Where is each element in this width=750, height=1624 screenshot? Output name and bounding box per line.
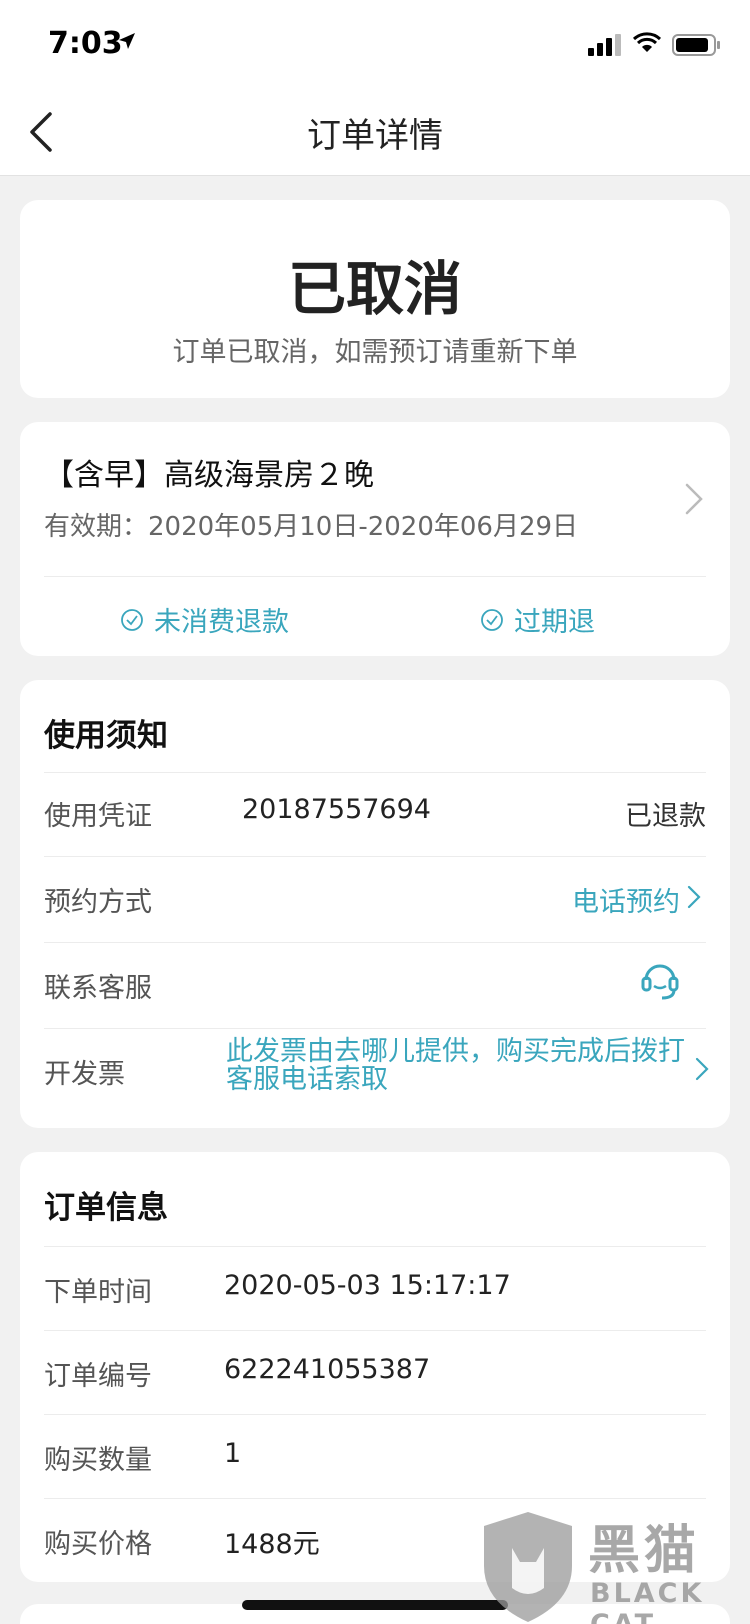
nav-bar: 订单详情 — [0, 88, 750, 176]
divider — [44, 1330, 706, 1331]
watermark-subtext: BLACK CAT — [590, 1578, 705, 1624]
product-card[interactable]: 【含早】高级海景房２晚 有效期：2020年05月10日-2020年06月29日 … — [20, 422, 730, 656]
policy-refund-expired: 过期退 — [480, 600, 595, 639]
watermark-text: 黑猫 — [588, 1521, 701, 1581]
policy-label: 过期退 — [514, 607, 595, 638]
check-circle-icon — [121, 608, 143, 631]
section-title: 订单信息 — [44, 1190, 168, 1226]
black-cat-logo-icon — [484, 1512, 572, 1622]
chevron-right-icon — [685, 483, 703, 515]
divider — [44, 772, 706, 773]
section-title: 使用须知 — [44, 718, 168, 754]
page-title: 订单详情 — [307, 116, 443, 156]
customer-service-label: 联系客服 — [44, 973, 152, 1004]
quantity-label: 购买数量 — [44, 1445, 152, 1476]
invoice-label: 开发票 — [44, 1059, 125, 1090]
voucher-label: 使用凭证 — [44, 801, 152, 832]
divider — [44, 1028, 706, 1029]
order-status-card: 已取消 订单已取消，如需预订请重新下单 — [20, 200, 730, 398]
order-status-subtitle: 订单已取消，如需预订请重新下单 — [172, 337, 578, 368]
watermark: 黑猫 BLACK CAT — [478, 1508, 750, 1624]
policy-label: 未消费退款 — [154, 607, 289, 638]
voucher-status: 已退款 — [625, 801, 706, 832]
phone-booking-link[interactable]: 电话预约 — [572, 880, 680, 919]
battery-icon — [672, 34, 720, 56]
policy-refund-unused: 未消费退款 — [120, 600, 289, 639]
product-title: 【含早】高级海景房２晚 — [44, 458, 374, 493]
voucher-number: 20187557694 — [242, 794, 431, 825]
order-number-label: 订单编号 — [44, 1361, 152, 1392]
headset-icon[interactable] — [638, 958, 682, 1002]
price-label: 购买价格 — [44, 1529, 152, 1560]
divider — [44, 1498, 706, 1499]
chevron-right-icon[interactable] — [694, 1056, 710, 1082]
wifi-icon — [632, 32, 662, 52]
divider — [44, 856, 706, 857]
price-value: 1488元 — [224, 1529, 320, 1560]
divider — [44, 576, 706, 577]
order-time-value: 2020-05-03 15:17:17 — [224, 1270, 511, 1301]
booking-method-label: 预约方式 — [44, 887, 152, 918]
invoice-info-link[interactable]: 此发票由去哪儿提供，购买完成后拨打客服电话索取 — [226, 1038, 686, 1094]
chevron-right-icon[interactable] — [686, 884, 702, 910]
divider — [44, 942, 706, 943]
divider — [44, 1414, 706, 1415]
usage-notes-card: 使用须知 使用凭证 20187557694 已退款 预约方式 电话预约 联系客服… — [20, 680, 730, 1128]
validity-period: 有效期：2020年05月10日-2020年06月29日 — [44, 512, 579, 542]
status-bar: 7:03 — [0, 0, 750, 88]
divider — [44, 1246, 706, 1247]
order-status-title: 已取消 — [287, 255, 462, 323]
cellular-signal-icon — [588, 34, 621, 56]
status-time: 7:03 — [48, 26, 123, 61]
order-time-label: 下单时间 — [44, 1277, 152, 1308]
quantity-value: 1 — [224, 1438, 242, 1469]
home-indicator — [242, 1600, 508, 1610]
location-arrow-icon — [119, 33, 135, 49]
order-number-value: 622241055387 — [224, 1354, 431, 1385]
check-circle-icon — [481, 608, 503, 631]
